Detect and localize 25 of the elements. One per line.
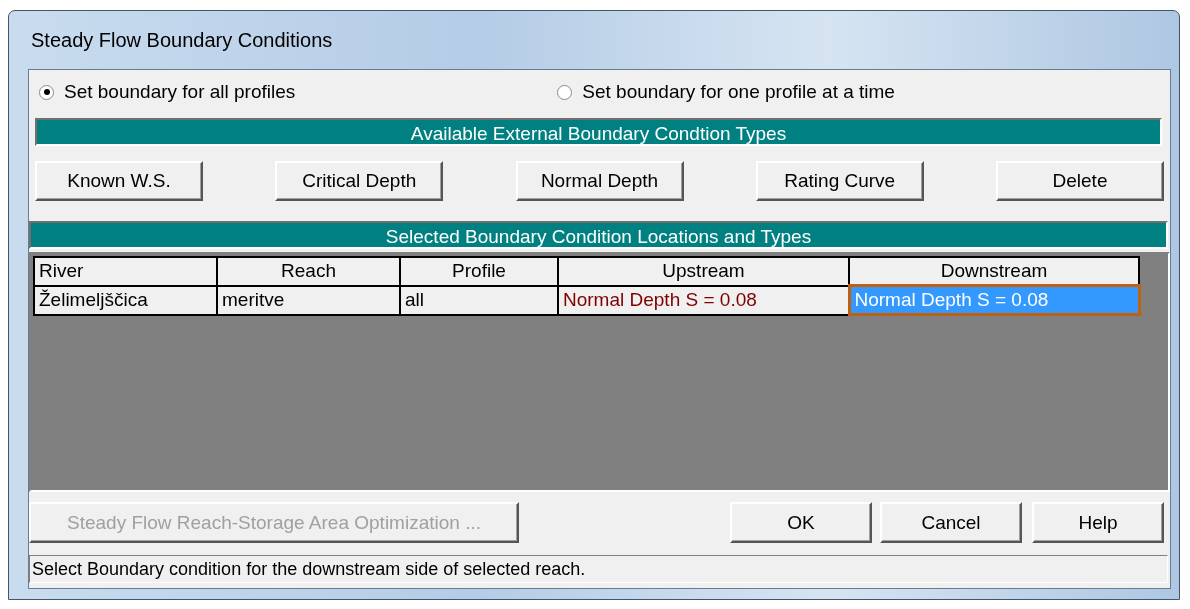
table-cell[interactable]: Normal Depth S = 0.08 bbox=[558, 285, 849, 315]
column-header: Downstream bbox=[849, 257, 1139, 286]
dialog-button[interactable]: OK bbox=[730, 502, 872, 543]
type-button[interactable]: Rating Curve bbox=[755, 161, 924, 201]
window-title: Steady Flow Boundary Conditions bbox=[30, 27, 334, 53]
status-bar: Select Boundary condition for the downstream side of selected reach. bbox=[29, 555, 1168, 583]
section-header: Available External Boundary Condtion Types bbox=[35, 118, 1162, 146]
radio-label[interactable]: Set boundary for one profile at a time bbox=[582, 81, 895, 103]
column-header: Reach bbox=[217, 257, 400, 286]
type-button[interactable]: Critical Depth bbox=[275, 161, 444, 201]
dialog-button[interactable]: Help bbox=[1032, 502, 1164, 543]
table-cell[interactable]: meritve bbox=[217, 285, 400, 315]
radio-label[interactable]: Set boundary for all profiles bbox=[64, 81, 296, 103]
table-cell[interactable]: Želimeljščica bbox=[34, 285, 217, 315]
table-cell[interactable]: all bbox=[400, 285, 558, 315]
column-header: River bbox=[34, 257, 217, 286]
radio-button[interactable] bbox=[557, 84, 573, 100]
dialog-button[interactable]: Cancel bbox=[880, 502, 1022, 543]
type-button[interactable]: Normal Depth bbox=[515, 161, 684, 201]
type-button[interactable]: Known W.S. bbox=[35, 161, 203, 201]
column-header: Profile bbox=[400, 257, 558, 286]
radio-button[interactable] bbox=[39, 84, 54, 100]
type-button[interactable]: Delete bbox=[996, 161, 1164, 201]
column-header: Upstream bbox=[558, 257, 849, 286]
section-header: Selected Boundary Condition Locations and Types bbox=[29, 221, 1168, 249]
